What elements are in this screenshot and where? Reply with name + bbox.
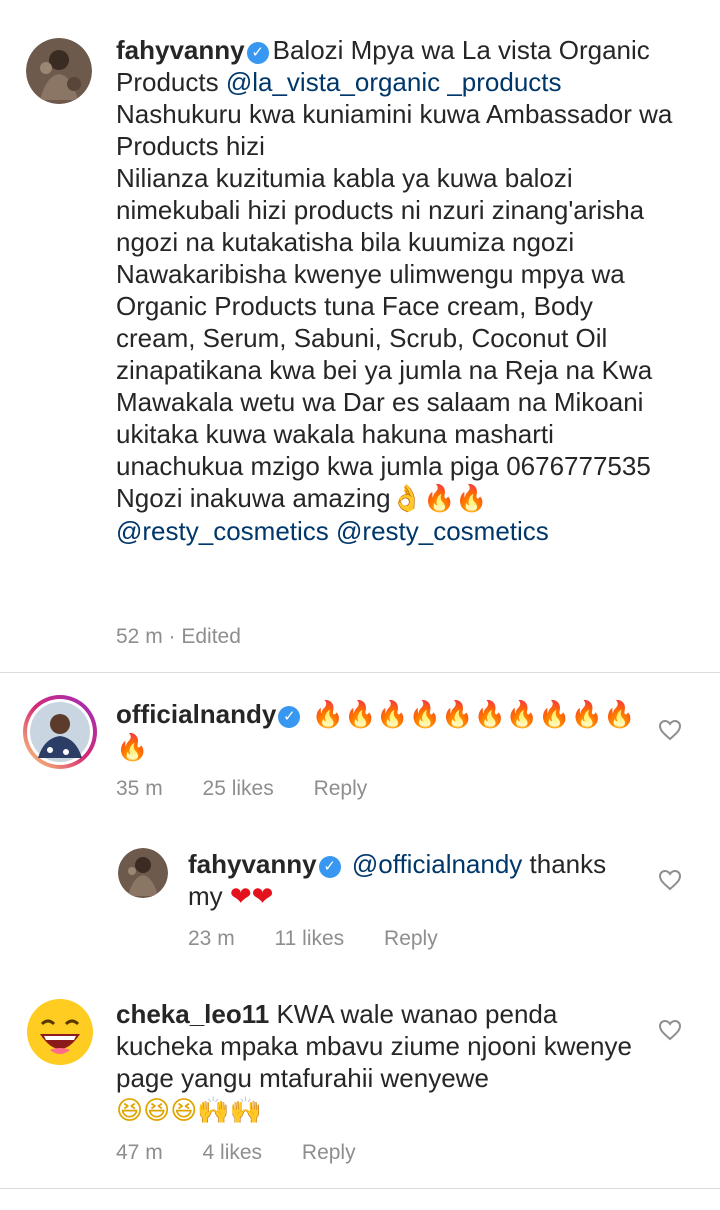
verified-icon: ✓ (318, 856, 341, 878)
comment-meta: 35 m 25 likes Reply (116, 777, 401, 801)
timestamp: 52 m · Edited (116, 625, 241, 648)
reply-button[interactable]: Reply (314, 777, 368, 800)
comment-meta: 47 m 4 likes Reply (116, 1141, 390, 1165)
mention-link[interactable]: @resty_cosmetics (116, 516, 329, 546)
verified-icon: ✓ (278, 706, 301, 728)
timestamp: 35 m (116, 777, 163, 800)
hands-emojis: 🙌🙌 (197, 1096, 263, 1126)
verified-icon: ✓ (246, 42, 269, 64)
comment-text: officialnandy ✓ 🔥🔥🔥🔥🔥🔥🔥🔥🔥🔥🔥 (116, 698, 636, 764)
reply-button[interactable]: Reply (302, 1141, 356, 1164)
avatar[interactable] (26, 998, 94, 1066)
username[interactable]: fahyvanny (116, 35, 245, 65)
reply-button[interactable]: Reply (384, 927, 438, 950)
mention-link[interactable]: @resty_cosmetics (336, 516, 549, 546)
username[interactable]: cheka_leo11 (116, 999, 269, 1029)
comment-text: fahyvanny ✓ @officialnandy thanks my ❤❤ (188, 848, 638, 913)
like-heart-icon[interactable] (658, 1018, 682, 1042)
likes-count[interactable]: 25 likes (203, 777, 274, 800)
heart-emojis: ❤❤ (229, 882, 274, 912)
caption-text: fahyvanny ✓ Balozi Mpya wa La vista Organi… (116, 34, 676, 547)
likes-count[interactable]: 11 likes (275, 927, 345, 950)
comment-text: cheka_leo11 KWA wale wanao penda kucheka… (116, 998, 636, 1127)
caption-emojis: 👌🔥🔥 (390, 484, 488, 514)
avatar[interactable] (22, 694, 98, 770)
username[interactable]: fahyvanny (188, 849, 317, 879)
comment-meta: 23 m 11 likes Reply (188, 927, 472, 951)
mention-link[interactable]: @la_vista_organic _products (226, 67, 562, 97)
timestamp: 23 m (188, 927, 235, 950)
caption-meta: 52 m · Edited (116, 625, 275, 649)
timestamp: 47 m (116, 1141, 163, 1164)
caption-body: Nashukuru kwa kuniamini kuwa Ambassador … (116, 99, 673, 513)
likes-count[interactable]: 4 likes (203, 1141, 263, 1164)
avatar[interactable] (118, 848, 168, 898)
like-heart-icon[interactable] (658, 718, 682, 742)
divider (0, 672, 720, 673)
username[interactable]: officialnandy (116, 699, 276, 729)
avatar[interactable] (26, 38, 92, 104)
divider (0, 1188, 720, 1189)
like-heart-icon[interactable] (658, 868, 682, 892)
mention-link[interactable]: @officialnandy (352, 849, 522, 879)
laugh-emojis: 😆😆😆 (116, 1096, 198, 1126)
